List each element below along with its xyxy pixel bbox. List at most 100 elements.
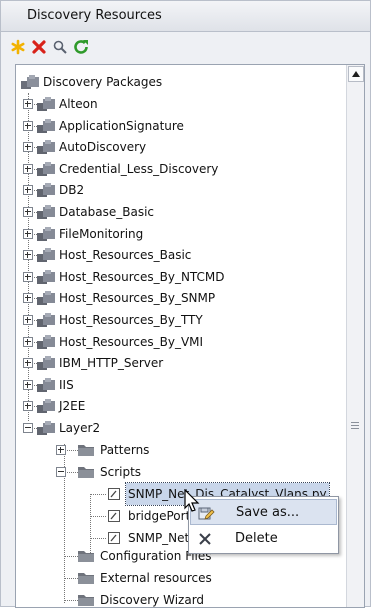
package-label: IIS [59, 377, 74, 392]
menu-item-label: Save as... [236, 505, 300, 520]
package-label: Host_Resources_Basic [59, 248, 192, 263]
delete-button[interactable] [29, 37, 49, 57]
package-icon [37, 313, 55, 327]
package-icon [37, 97, 55, 111]
folder-icon [78, 467, 94, 478]
expand-toggle[interactable] [23, 142, 33, 153]
folder-icon [78, 573, 94, 584]
package-icon [37, 183, 55, 198]
tree-item-package[interactable]: Host_Resources_By_NTCMD [16, 266, 346, 288]
panel-title: Discovery Resources [27, 8, 162, 23]
green-refresh-icon [74, 40, 88, 54]
tree-item-folder[interactable]: External resources [16, 567, 346, 589]
tree-item-package[interactable]: Database_Basic [16, 201, 346, 223]
asterisk-icon [11, 39, 25, 55]
tree-item-package[interactable]: J2EE [16, 395, 346, 417]
expand-toggle[interactable] [23, 250, 33, 261]
package-icon [37, 291, 55, 306]
expand-toggle[interactable] [23, 120, 33, 131]
search-button[interactable] [50, 37, 70, 57]
script-file-icon [108, 488, 120, 500]
expand-toggle[interactable] [23, 293, 33, 304]
tree-item-package[interactable]: Host_Resources_Basic [16, 244, 346, 266]
expand-toggle[interactable] [23, 271, 33, 282]
tree-connector [90, 494, 106, 495]
tree-connector [90, 538, 106, 539]
expand-toggle[interactable] [23, 379, 33, 390]
package-label: Host_Resources_By_SNMP [59, 291, 216, 306]
expand-toggle[interactable] [23, 99, 33, 109]
tree-item-folder[interactable]: Discovery Wizard [16, 589, 346, 607]
tree-item-package[interactable]: IBM_HTTP_Server [16, 352, 346, 374]
package-icon [37, 421, 55, 435]
expand-toggle[interactable] [23, 315, 33, 325]
package-label: AutoDiscovery [59, 140, 147, 155]
tree-connector [64, 472, 78, 473]
red-x-icon [32, 40, 46, 54]
packages-icon [21, 75, 39, 89]
folder-label: Discovery Wizard [100, 593, 205, 607]
tree-item-package[interactable]: Credential_Less_Discovery [16, 158, 346, 180]
folder-label: External resources [100, 571, 212, 585]
package-icon [37, 377, 55, 392]
collapse-toggle[interactable] [56, 467, 66, 477]
panel-titlebar: Discovery Resources [1, 1, 370, 32]
package-icon [37, 140, 55, 155]
expand-toggle[interactable] [23, 163, 33, 174]
tree-root[interactable]: Discovery Packages [16, 71, 346, 93]
refresh-button[interactable] [71, 37, 91, 57]
scroll-up-button[interactable] [348, 66, 364, 82]
menu-item-save-as[interactable]: Save as... [190, 499, 337, 525]
package-icon [37, 118, 55, 133]
tree-item-package[interactable]: Host_Resources_By_TTY [16, 309, 346, 331]
vertical-scrollbar[interactable] [346, 65, 364, 607]
tree-item-package[interactable]: ApplicationSignature [16, 115, 346, 137]
package-label: Host_Resources_By_NTCMD [59, 269, 225, 284]
magnifier-icon [53, 40, 67, 54]
expand-toggle[interactable] [23, 185, 33, 196]
package-icon [37, 226, 55, 241]
folder-label: Patterns [100, 443, 150, 457]
tree-item-package[interactable]: FileMonitoring [16, 223, 346, 245]
package-label: ApplicationSignature [59, 118, 184, 133]
package-icon [37, 334, 55, 349]
package-label: DB2 [59, 183, 85, 198]
tree-item-package[interactable]: IIS [16, 374, 346, 396]
menu-item-delete[interactable]: Delete [190, 526, 337, 552]
package-icon [37, 161, 55, 176]
context-menu: Save as... Delete [188, 496, 339, 554]
discovery-resources-panel: Discovery Resources Discovery Packages A… [0, 0, 371, 608]
package-label: Layer2 [59, 421, 101, 435]
expand-toggle[interactable] [56, 445, 66, 455]
tree-item-package[interactable]: Host_Resources_By_SNMP [16, 287, 346, 309]
expand-toggle[interactable] [23, 336, 33, 347]
expand-toggle[interactable] [23, 228, 33, 239]
expand-toggle[interactable] [23, 207, 33, 217]
expand-toggle[interactable] [23, 401, 33, 412]
package-icon [37, 399, 55, 414]
package-label: Host_Resources_By_VMI [59, 334, 204, 349]
folder-icon [78, 551, 94, 562]
script-file-icon [108, 510, 120, 522]
menu-item-label: Delete [235, 531, 278, 546]
package-label: Alteon [59, 97, 98, 111]
package-label: Database_Basic [59, 205, 155, 219]
scroll-grip-icon[interactable] [351, 421, 359, 429]
package-icon [37, 205, 55, 219]
package-label: FileMonitoring [59, 226, 144, 241]
tree-item-folder[interactable]: Scripts [16, 461, 346, 483]
package-label: Host_Resources_By_TTY [59, 313, 203, 327]
collapse-toggle[interactable] [23, 423, 33, 433]
tree-item-package[interactable]: Alteon [16, 93, 346, 115]
tree-item-package[interactable]: DB2 [16, 179, 346, 201]
new-button[interactable] [8, 37, 28, 57]
tree-item-package[interactable]: AutoDiscovery [16, 136, 346, 158]
folder-label: Scripts [100, 465, 142, 479]
tree-item-package[interactable]: Layer2 [16, 417, 346, 439]
folder-icon [78, 445, 94, 456]
package-icon [37, 269, 55, 284]
expand-toggle[interactable] [23, 358, 33, 369]
tree-connector [64, 600, 78, 601]
tree-item-package[interactable]: Host_Resources_By_VMI [16, 331, 346, 353]
tree-item-folder[interactable]: Patterns [16, 439, 346, 461]
